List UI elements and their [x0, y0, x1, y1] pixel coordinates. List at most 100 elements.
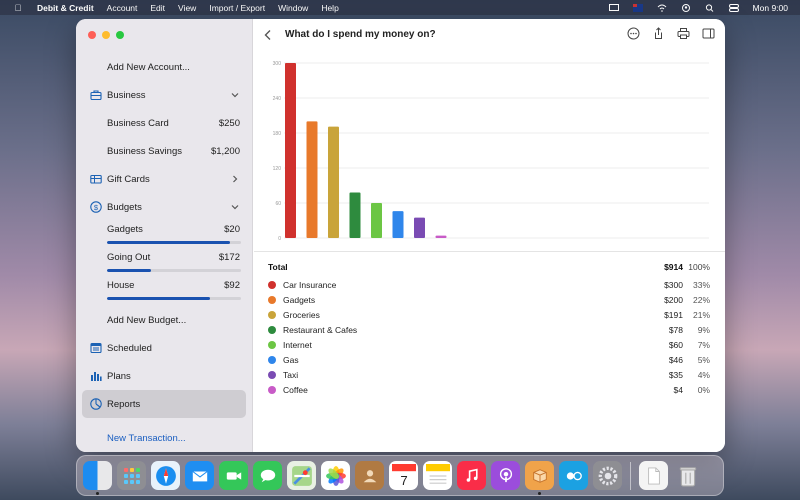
flower-icon [325, 465, 346, 486]
document-icon[interactable] [639, 461, 668, 490]
safari-icon[interactable] [151, 461, 180, 490]
messages-icon[interactable] [253, 461, 282, 490]
menu-app-name[interactable]: Debit & Credit [37, 3, 94, 13]
chevron-left-icon[interactable] [263, 29, 273, 41]
transmit-app-icon[interactable] [559, 461, 588, 490]
sidebar-account-business-savings[interactable]: Business Savings $1,200 [76, 137, 253, 165]
sidebar-business-label: Business [107, 89, 146, 101]
spotlight-search-icon[interactable] [705, 3, 715, 12]
sidebar-group-gift-cards[interactable]: Gift Cards [76, 165, 253, 193]
close-window-button[interactable] [88, 31, 96, 39]
photos-icon[interactable] [321, 461, 350, 490]
chart-bar[interactable] [371, 203, 382, 238]
share-icon[interactable] [652, 27, 665, 40]
chart-bar[interactable] [349, 192, 361, 239]
category-legend: Car Insurance $300 33% Gadgets $200 22% Grocer… [268, 277, 710, 397]
chart-bar[interactable] [392, 211, 404, 238]
launchpad-grid-icon [123, 467, 140, 484]
sidebar-group-business[interactable]: Business [76, 81, 253, 109]
legend-item[interactable]: Car Insurance $300 33% [268, 277, 710, 292]
sidebar-budget-going-out[interactable]: Going Out $172 [76, 245, 253, 269]
menu-import-export[interactable]: Import / Export [209, 3, 265, 13]
sidebar-add-account-label: Add New Account... [107, 61, 190, 73]
account-balance: $1,200 [210, 145, 240, 157]
apple-menu-icon[interactable]:  [13, 3, 23, 13]
trash-icon[interactable] [673, 461, 702, 490]
zoom-window-button[interactable] [116, 31, 124, 39]
bar-chart-icon [91, 372, 102, 381]
menu-account[interactable]: Account [107, 3, 138, 13]
sidebar-toggle-icon[interactable] [702, 27, 715, 40]
briefcase-icon [90, 90, 102, 101]
more-options-icon[interactable] [627, 27, 640, 40]
launchpad-icon[interactable] [117, 461, 146, 490]
user-icon[interactable] [681, 3, 691, 12]
legend-item[interactable]: Taxi $35 4% [268, 367, 710, 382]
budget-name: Gadgets [107, 223, 143, 235]
finder-icon[interactable] [83, 461, 112, 495]
person-icon [363, 469, 376, 482]
minimize-window-button[interactable] [102, 31, 110, 39]
menubar-clock[interactable]: Mon 9:00 [753, 3, 788, 13]
screen-mirroring-icon[interactable] [608, 3, 619, 12]
legend-label: Internet [283, 339, 312, 350]
y-tick-label: 240 [273, 96, 282, 102]
debit-credit-app-icon[interactable] [525, 461, 554, 495]
sidebar-add-account[interactable]: Add New Account... [76, 53, 253, 81]
control-center-icon[interactable] [728, 3, 739, 12]
menu-edit[interactable]: Edit [150, 3, 165, 13]
budget-name: House [107, 279, 135, 291]
sidebar-item-reports[interactable]: Reports [76, 390, 253, 418]
account-balance: $250 [218, 117, 240, 129]
sidebar-account-business-card[interactable]: Business Card $250 [76, 109, 253, 137]
sidebar-item-plans[interactable]: Plans [76, 362, 253, 390]
sidebar-item-scheduled[interactable]: Scheduled [76, 334, 253, 362]
legend-item[interactable]: Restaurant & Cafes $78 9% [268, 322, 710, 337]
flag-icon[interactable] [632, 3, 643, 12]
budget-progress-fill [107, 269, 152, 272]
menu-help[interactable]: Help [321, 3, 338, 13]
legend-amount: $4 [673, 384, 683, 395]
file-icon [647, 466, 660, 485]
podcasts-icon[interactable] [491, 461, 520, 490]
chart-bar[interactable] [328, 126, 339, 238]
chevron-right-icon[interactable] [231, 175, 239, 183]
legend-label: Restaurant & Cafes [283, 324, 358, 335]
system-preferences-icon[interactable] [593, 461, 622, 490]
toolbar: What do I spend my money on? [254, 19, 725, 51]
maps-icon[interactable] [287, 461, 316, 490]
dollar-circle-icon: $ [90, 201, 102, 213]
wifi-icon[interactable] [657, 4, 667, 12]
chevron-down-icon[interactable] [231, 203, 239, 211]
contacts-icon[interactable] [355, 461, 384, 490]
chart-bar[interactable] [435, 235, 447, 238]
box-icon [532, 468, 547, 483]
sidebar-budget-house[interactable]: House $92 [76, 273, 253, 297]
menu-window[interactable]: Window [278, 3, 308, 13]
legend-item[interactable]: Gas $46 5% [268, 352, 710, 367]
legend-item[interactable]: Gadgets $200 22% [268, 292, 710, 307]
legend-item[interactable]: Internet $60 7% [268, 337, 710, 352]
sidebar-gift-cards-label: Gift Cards [107, 173, 150, 185]
notes-icon[interactable] [423, 461, 452, 490]
y-tick-label: 300 [273, 61, 282, 67]
music-icon[interactable] [457, 461, 486, 490]
facetime-icon[interactable] [219, 461, 248, 490]
chart-bar[interactable] [306, 121, 318, 238]
sidebar-add-budget[interactable]: Add New Budget... [76, 306, 253, 334]
new-transaction-button[interactable]: New Transaction... [76, 424, 253, 452]
print-icon[interactable] [677, 27, 690, 40]
gear-icon [598, 466, 617, 485]
legend-percent: 22% [692, 294, 710, 305]
chat-bubble-icon [260, 469, 275, 482]
legend-item[interactable]: Groceries $191 21% [268, 307, 710, 322]
calendar-app-icon[interactable]: 7 [389, 461, 418, 490]
mail-icon[interactable] [185, 461, 214, 490]
chevron-down-icon[interactable] [231, 91, 239, 99]
chart-bar[interactable] [414, 217, 425, 238]
legend-item[interactable]: Coffee $4 0% [268, 382, 710, 397]
menu-view[interactable]: View [178, 3, 196, 13]
sidebar-budget-gadgets[interactable]: Gadgets $20 [76, 217, 253, 241]
legend-percent: 33% [692, 279, 710, 290]
chart-bar[interactable] [285, 63, 296, 238]
